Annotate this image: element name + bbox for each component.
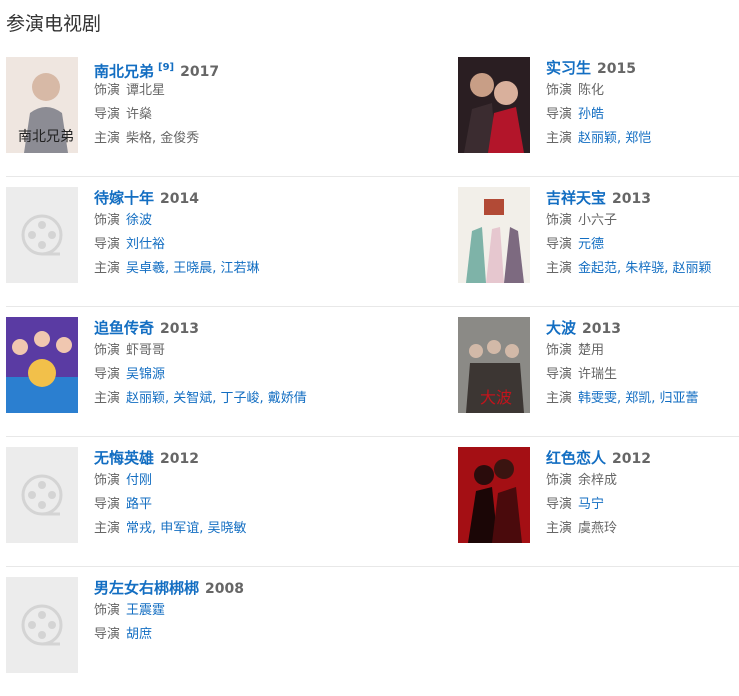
drama-title[interactable]: 南北兄弟 bbox=[94, 62, 154, 80]
drama-year: 2008 bbox=[205, 581, 244, 597]
cast-label: 主演 bbox=[94, 521, 121, 536]
cast-label: 主演 bbox=[94, 391, 121, 406]
role-label: 饰演 bbox=[94, 603, 121, 618]
director-link[interactable]: 刘仕裕 bbox=[126, 237, 165, 252]
drama-year: 2012 bbox=[612, 451, 651, 467]
cast-value: 柴格, 金俊秀 bbox=[126, 131, 200, 146]
drama-poster[interactable] bbox=[458, 447, 530, 543]
role-link[interactable]: 徐波 bbox=[126, 213, 152, 228]
director-link[interactable]: 孙皓 bbox=[578, 107, 604, 122]
drama-poster[interactable] bbox=[458, 187, 530, 283]
cast-value: 虞燕玲 bbox=[578, 521, 618, 536]
role-label: 饰演 bbox=[546, 213, 573, 228]
drama-title[interactable]: 吉祥天宝 bbox=[546, 189, 606, 207]
drama-card: 南北兄弟 南北兄弟 [9] 2017 饰演 谭北星 导演 许燊 主演 柴格, 金俊秀 bbox=[6, 57, 306, 157]
director-label: 导演 bbox=[94, 627, 121, 642]
drama-title[interactable]: 追鱼传奇 bbox=[94, 319, 154, 337]
cast-label: 主演 bbox=[94, 131, 121, 146]
cast-label: 主演 bbox=[546, 521, 573, 536]
drama-card: 待嫁十年 2014 饰演 徐波 导演 刘仕裕 主演 吴卓羲, 王晓晨, 江若琳 bbox=[6, 187, 306, 287]
drama-row: 南北兄弟 南北兄弟 [9] 2017 饰演 谭北星 导演 许燊 主演 柴格, 金俊秀 bbox=[6, 47, 739, 177]
role-link[interactable]: 王震霆 bbox=[126, 603, 165, 618]
cast-links[interactable]: 吴卓羲, 王晓晨, 江若琳 bbox=[126, 261, 260, 276]
drama-card: 红色恋人 2012 饰演 余梓成 导演 马宁 主演 虞燕玲 bbox=[458, 447, 739, 547]
role-value: 小六子 bbox=[578, 213, 618, 228]
director-label: 导演 bbox=[94, 497, 121, 512]
section-title: 参演电视剧 bbox=[6, 13, 102, 35]
director-link[interactable]: 路平 bbox=[126, 497, 152, 512]
cast-label: 主演 bbox=[546, 391, 573, 406]
director-value: 许瑞生 bbox=[578, 367, 618, 382]
cast-label: 主演 bbox=[546, 261, 573, 276]
drama-card: 追鱼传奇 2013 饰演 虾哥哥 导演 吴锦源 主演 赵丽颖, 关智斌, 丁子峻, 戴娇… bbox=[6, 317, 307, 417]
drama-poster[interactable] bbox=[458, 57, 530, 153]
director-link[interactable]: 吴锦源 bbox=[126, 367, 165, 382]
drama-title[interactable]: 待嫁十年 bbox=[94, 189, 154, 207]
role-label: 饰演 bbox=[94, 83, 121, 98]
role-label: 饰演 bbox=[94, 473, 121, 488]
drama-row: 无悔英雄2012 饰演付刚 导演路平 主演常戎, 申军谊, 吴晓敏 红色 bbox=[6, 437, 739, 567]
drama-title[interactable]: 无悔英雄 bbox=[94, 449, 154, 467]
role-value: 虾哥哥 bbox=[126, 343, 166, 358]
role-value: 余梓成 bbox=[578, 473, 618, 488]
role-label: 饰演 bbox=[546, 473, 573, 488]
director-label: 导演 bbox=[546, 367, 573, 382]
director-label: 导演 bbox=[546, 107, 573, 122]
drama-year: 2015 bbox=[597, 61, 636, 77]
role-label: 饰演 bbox=[94, 343, 121, 358]
film-reel-icon[interactable] bbox=[6, 577, 78, 673]
director-label: 导演 bbox=[94, 107, 121, 122]
role-value: 楚用 bbox=[578, 343, 605, 358]
drama-year: 2017 bbox=[180, 64, 220, 81]
director-label: 导演 bbox=[546, 497, 573, 512]
cast-links[interactable]: 赵丽颖, 郑恺 bbox=[578, 131, 651, 146]
tv-drama-grid: 南北兄弟 南北兄弟 [9] 2017 饰演 谭北星 导演 许燊 主演 柴格, 金俊秀 bbox=[6, 47, 739, 696]
drama-title[interactable]: 实习生 bbox=[546, 59, 591, 77]
role-link[interactable]: 付刚 bbox=[126, 473, 152, 488]
drama-year: 2014 bbox=[160, 191, 199, 207]
drama-row: 男左女右梆梆梆 2008 饰演 王震霆 导演 胡庶 bbox=[6, 567, 739, 696]
drama-row: 追鱼传奇 2013 饰演 虾哥哥 导演 吴锦源 主演 赵丽颖, 关智斌, 丁子峻, 戴娇… bbox=[6, 307, 739, 437]
drama-title[interactable]: 红色恋人 bbox=[546, 449, 606, 467]
drama-title[interactable]: 男左女右梆梆梆 bbox=[94, 579, 199, 597]
director-label: 导演 bbox=[94, 367, 121, 382]
drama-year: 2013 bbox=[582, 321, 621, 337]
drama-poster[interactable]: 大波 bbox=[458, 317, 530, 413]
drama-year: 2013 bbox=[160, 321, 199, 337]
cast-label: 主演 bbox=[546, 131, 573, 146]
svg-text:大波: 大波 bbox=[480, 388, 512, 407]
drama-poster[interactable]: 南北兄弟 bbox=[6, 57, 78, 153]
director-link[interactable]: 元德 bbox=[578, 237, 604, 252]
cast-label: 主演 bbox=[94, 261, 121, 276]
reference-note[interactable]: [9] bbox=[158, 62, 174, 73]
drama-card: 吉祥天宝 2013 饰演 小六子 导演 元德 主演 金起范, 朱梓骁, 赵丽颖 bbox=[458, 187, 739, 287]
drama-card: 无悔英雄 2012 饰演 付刚 导演 路平 主演 常戎, 申军谊, 吴晓敏 bbox=[6, 447, 306, 547]
role-value: 陈化 bbox=[578, 83, 605, 98]
director-value: 许燊 bbox=[126, 107, 153, 122]
cast-links[interactable]: 韩雯雯, 郑凯, 归亚蕾 bbox=[578, 391, 699, 406]
drama-card: 大波 大波 2013 饰演 楚用 导演 许瑞生 主演 韩雯雯, 郑凯, 归亚蕾 bbox=[458, 317, 739, 417]
director-label: 导演 bbox=[546, 237, 573, 252]
cast-links[interactable]: 赵丽颖, 关智斌, 丁子峻, 戴娇倩 bbox=[126, 391, 307, 406]
role-value: 谭北星 bbox=[126, 83, 166, 98]
role-label: 饰演 bbox=[94, 213, 121, 228]
svg-text:南北兄弟: 南北兄弟 bbox=[18, 129, 74, 145]
role-label: 饰演 bbox=[546, 343, 573, 358]
drama-title[interactable]: 大波 bbox=[546, 319, 576, 337]
role-label: 饰演 bbox=[546, 83, 573, 98]
film-reel-icon[interactable] bbox=[6, 447, 78, 543]
drama-row: 待嫁十年2014 饰演徐波 导演刘仕裕 主演吴卓羲, 王晓晨, 江若琳 bbox=[6, 177, 739, 307]
director-link[interactable]: 马宁 bbox=[578, 497, 604, 512]
cast-links[interactable]: 常戎, 申军谊, 吴晓敏 bbox=[126, 521, 247, 536]
drama-card: 男左女右梆梆梆 2008 饰演 王震霆 导演 胡庶 bbox=[6, 577, 306, 677]
film-reel-icon[interactable] bbox=[6, 187, 78, 283]
drama-year: 2013 bbox=[612, 191, 651, 207]
cast-links[interactable]: 金起范, 朱梓骁, 赵丽颖 bbox=[578, 261, 712, 276]
director-link[interactable]: 胡庶 bbox=[126, 627, 152, 642]
drama-year: 2012 bbox=[160, 451, 199, 467]
drama-card: 实习生 2015 饰演 陈化 导演 孙皓 主演 赵丽颖, 郑恺 bbox=[458, 57, 739, 157]
drama-poster[interactable] bbox=[6, 317, 78, 413]
director-label: 导演 bbox=[94, 237, 121, 252]
